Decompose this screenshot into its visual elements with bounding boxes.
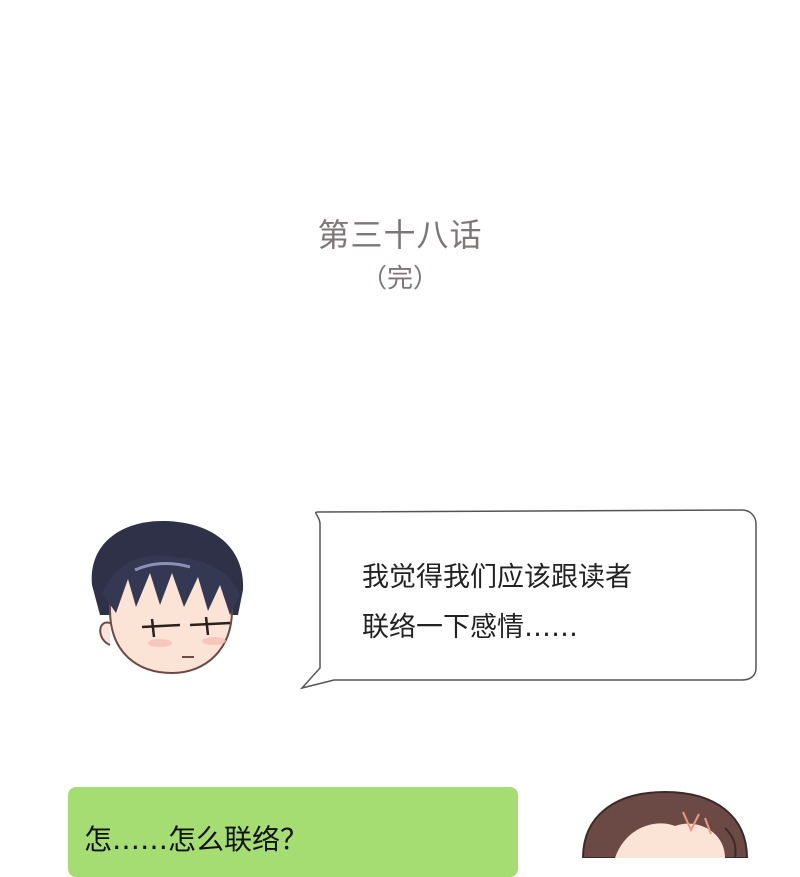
girl-avatar — [581, 790, 749, 858]
boy-avatar — [91, 520, 244, 675]
reply-text: 怎……怎么联络？ — [84, 823, 309, 856]
speech-line-1: 我觉得我们应该跟读者 — [362, 562, 632, 593]
chapter-title: 第三十八话 — [317, 216, 483, 254]
speech-line-2: 联络一下感情…… — [362, 612, 578, 643]
chapter-status: （完） — [360, 264, 439, 294]
speech-bubble — [299, 509, 757, 690]
